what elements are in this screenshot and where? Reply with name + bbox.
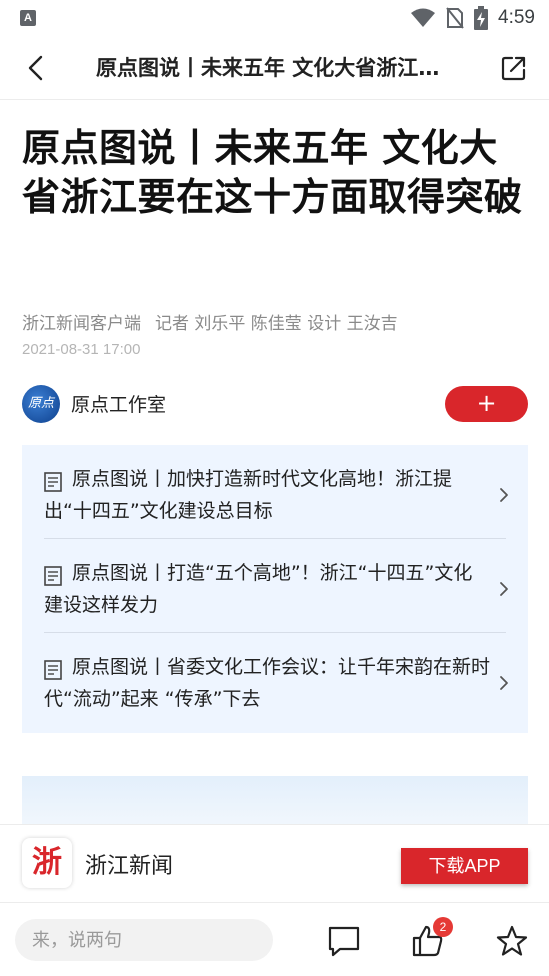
author-row: 原点 原点工作室 + [22,384,528,426]
comment-icon[interactable] [327,924,361,958]
article-image [22,776,528,826]
share-icon[interactable] [501,55,527,81]
like-count-badge: 2 [433,917,453,937]
article-title: 原点图说丨未来五年 文化大省浙江要在这十方面取得突破 [22,126,523,219]
article-meta: 浙江新闻客户端 记者 刘乐平 陈佳莹 设计 王汝吉 [22,309,398,334]
comment-input[interactable] [15,919,273,961]
status-icons: 4:59 [410,6,535,30]
author-name[interactable]: 原点工作室 [71,390,166,417]
article-source: 浙江新闻客户端 [22,314,141,334]
chevron-right-icon [500,582,508,596]
app-promo-bar: 浙 浙江新闻 下载APP [0,824,549,902]
related-item[interactable]: 原点图说丨加快打造新时代文化高地！浙江提出“十四五”文化建设总目标 [44,449,508,543]
app-logo: 浙 [22,838,72,888]
related-item[interactable]: 原点图说丨省委文化工作会议：让千年宋韵在新时代“流动”起来 “传承”下去 [44,637,508,731]
chevron-right-icon [500,488,508,502]
related-divider [44,538,506,539]
related-item-title: 原点图说丨省委文化工作会议：让千年宋韵在新时代“流动”起来 “传承”下去 [44,656,491,710]
status-bar: A 4:59 [0,0,549,36]
status-time: 4:59 [498,7,535,28]
no-sim-icon [446,7,464,29]
article-date: 2021-08-31 17:00 [22,341,141,358]
notification-a-icon: A [20,10,36,26]
wifi-icon [411,8,436,27]
article-credits: 记者 刘乐平 陈佳莹 设计 王汝吉 [155,314,398,334]
battery-charging-icon [474,6,489,30]
follow-button[interactable]: + [445,386,528,422]
related-divider [44,632,506,633]
download-app-button[interactable]: 下载APP [401,848,528,884]
chevron-right-icon [500,676,508,690]
related-item-title: 原点图说丨打造“五个高地”！浙江“十四五”文化建设这样发力 [44,562,473,616]
nav-title: 原点图说丨未来五年 文化大省浙江要在这十方面取得突破 [96,56,456,80]
chevron-left-icon[interactable] [22,54,50,82]
related-item[interactable]: 原点图说丨打造“五个高地”！浙江“十四五”文化建设这样发力 [44,543,508,637]
nav-bar: 原点图说丨未来五年 文化大省浙江要在这十方面取得突破 [0,36,549,100]
author-avatar[interactable]: 原点 [22,385,60,423]
related-articles: 原点图说丨加快打造新时代文化高地！浙江提出“十四五”文化建设总目标 原点图说丨打… [22,445,528,733]
star-icon[interactable] [495,924,529,958]
related-item-title: 原点图说丨加快打造新时代文化高地！浙江提出“十四五”文化建设总目标 [44,468,453,522]
app-name: 浙江新闻 [85,854,174,879]
bottom-action-bar: 2 [0,902,549,976]
